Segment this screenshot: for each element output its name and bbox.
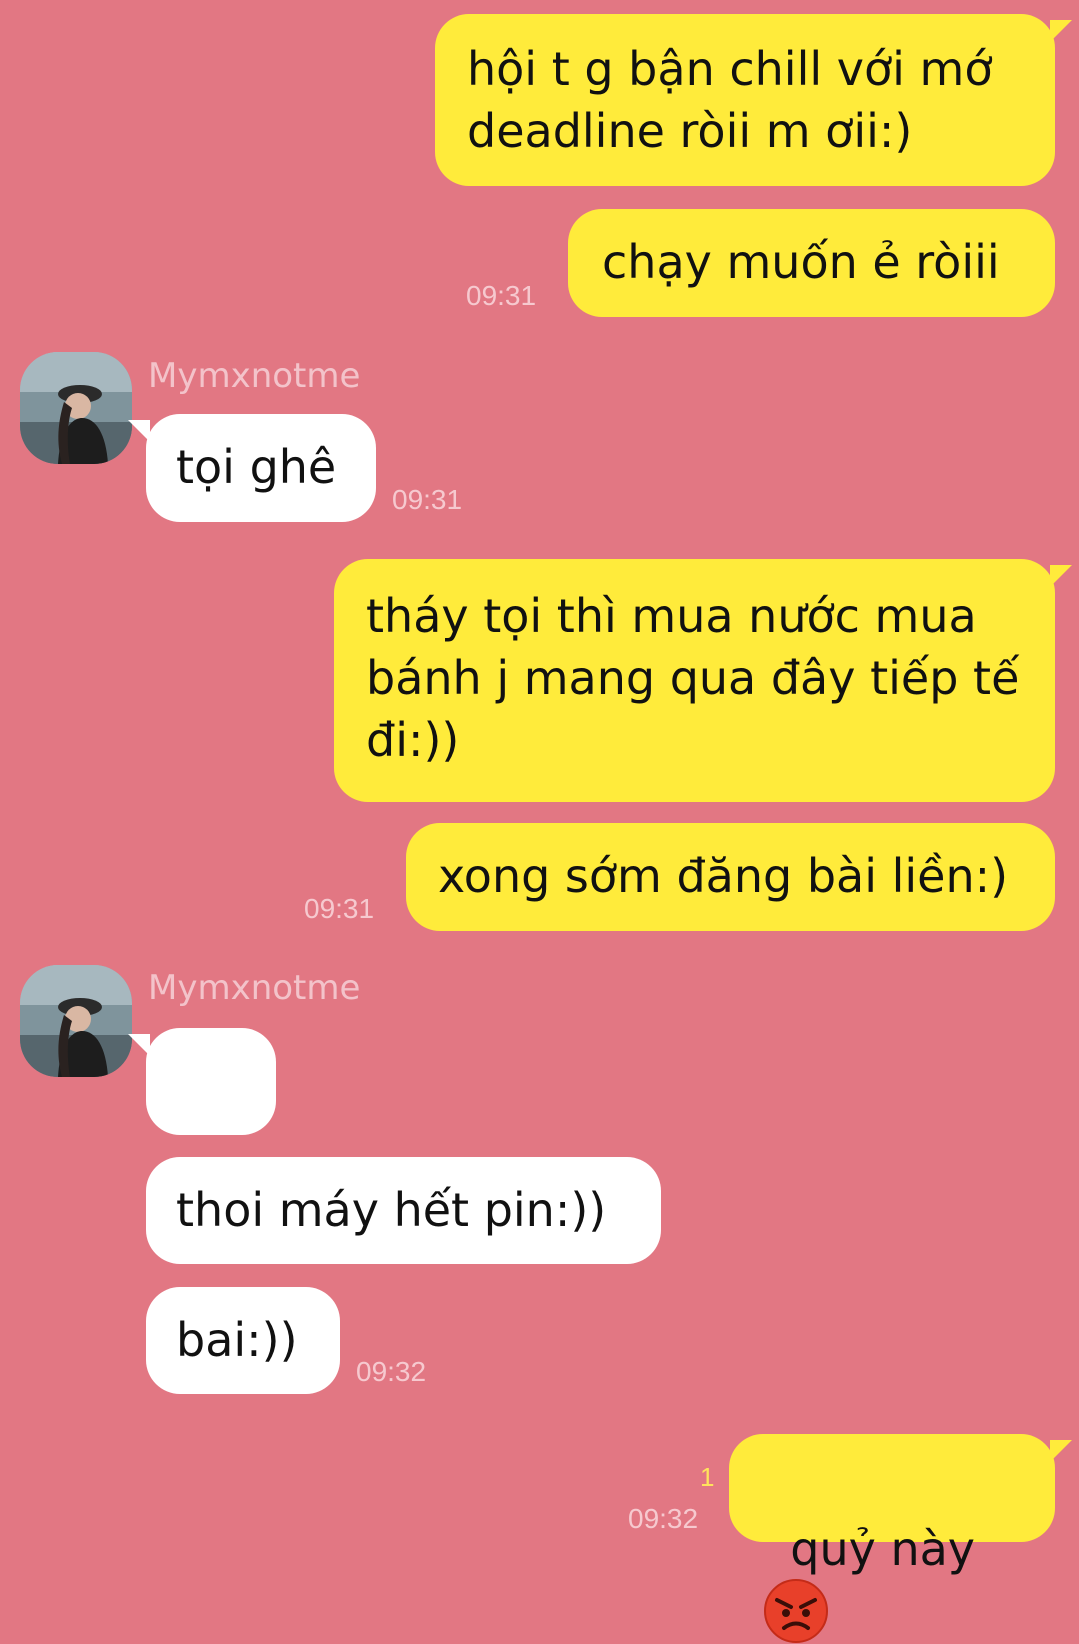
bubble-tail — [1050, 565, 1072, 587]
message-text: quỷ này — [790, 1522, 976, 1576]
message-bubble-outgoing[interactable]: hội t g bận chill với mớ deadline ròii m… — [435, 14, 1055, 186]
message-bubble-outgoing[interactable]: xong sớm đăng bài liền:) — [406, 823, 1055, 931]
profile-photo-icon — [20, 965, 132, 1077]
avatar[interactable] — [20, 965, 132, 1077]
message-timestamp: 09:31 — [466, 280, 537, 311]
profile-photo-icon — [20, 352, 132, 464]
unread-count: 1 — [700, 1462, 715, 1492]
bubble-tail — [1050, 20, 1072, 42]
bubble-tail — [128, 420, 150, 442]
angry-face-icon — [764, 1578, 828, 1643]
message-bubble-outgoing[interactable]: quỷ này — [729, 1434, 1055, 1643]
message-timestamp: 09:32 — [356, 1356, 427, 1387]
message-timestamp: 09:31 — [304, 893, 375, 924]
avatar[interactable] — [20, 352, 132, 464]
message-bubble-incoming[interactable] — [146, 1028, 276, 1238]
sender-name: Mymxnotme — [148, 968, 361, 1008]
sender-name: Mymxnotme — [148, 356, 361, 396]
message-bubble-outgoing[interactable]: tháy tọi thì mua nước mua bánh j mang qu… — [334, 559, 1055, 802]
bubble-tail — [128, 1034, 150, 1056]
message-timestamp: 09:31 — [392, 484, 463, 515]
message-bubble-incoming[interactable]: tọi ghê — [146, 414, 376, 522]
message-bubble-incoming[interactable]: thoi máy hết pin:)) — [146, 1157, 661, 1264]
message-bubble-outgoing[interactable]: chạy muốn ẻ ròiii — [568, 209, 1055, 317]
message-bubble-incoming[interactable]: bai:)) — [146, 1287, 340, 1394]
bubble-tail — [1050, 1440, 1072, 1462]
message-timestamp: 09:32 — [628, 1503, 699, 1534]
